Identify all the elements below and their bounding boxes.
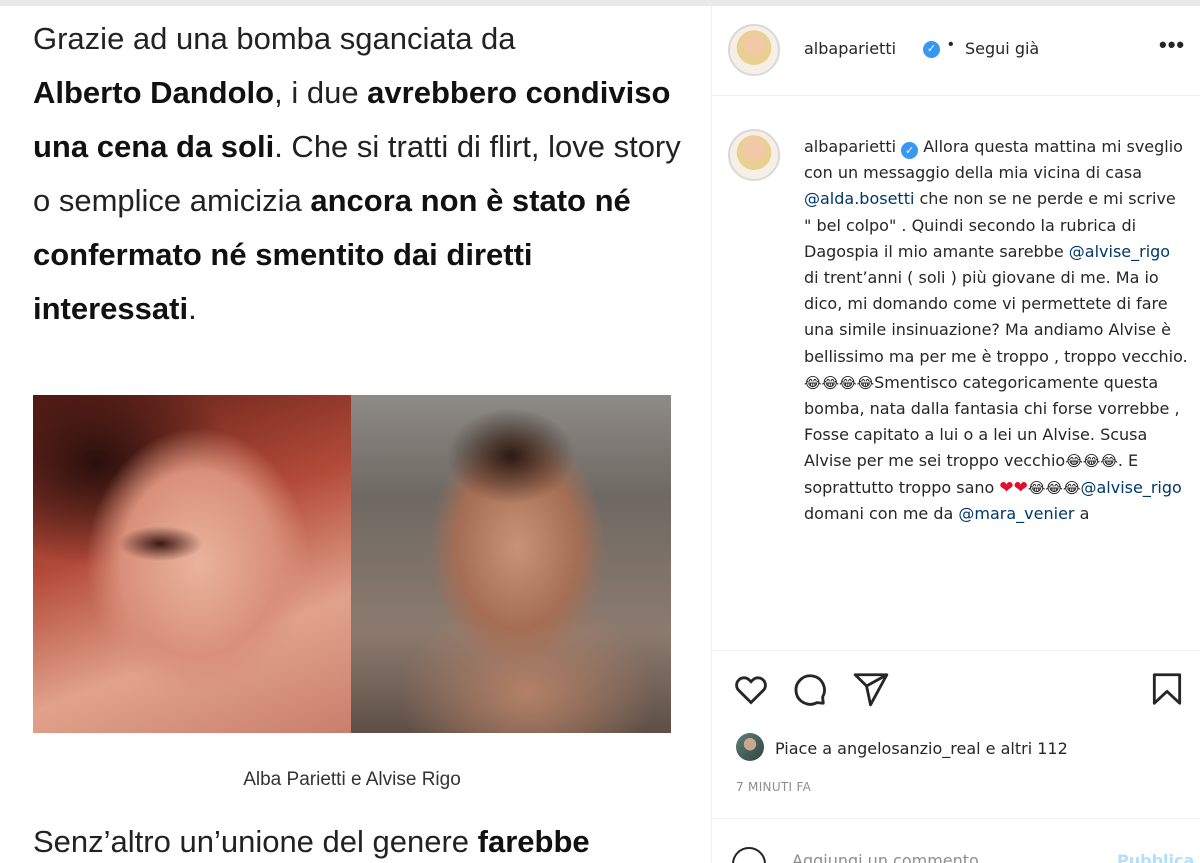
article-paragraph-1: Grazie ad una bomba sganciata da Alberto … (33, 21, 681, 326)
likes-text[interactable]: Piace a angelosanzio_real e altri 112 (775, 739, 1068, 758)
heart-icon[interactable] (732, 670, 770, 708)
photo-alba-parietti (33, 395, 351, 733)
liker-avatar[interactable] (736, 733, 764, 761)
laughing-emoji: 😂😂😂 (1027, 478, 1081, 497)
heart-emoji: ❤❤ (999, 477, 1028, 498)
post-timestamp[interactable]: 7 MINUTI FA (736, 780, 811, 794)
article-paragraph-2: Senz’altro un’unione del genere farebbe (33, 824, 590, 859)
separator-dot: • (948, 36, 954, 53)
comment-input[interactable] (792, 851, 1092, 863)
laughing-emoji: 😂😂😂😂 (804, 373, 875, 392)
post-header: albaparietti ✓ • Segui già ••• (712, 6, 1200, 96)
username[interactable]: albaparietti (804, 39, 896, 58)
divider (712, 650, 1200, 651)
caption-username[interactable]: albaparietti (804, 137, 896, 156)
caption-avatar[interactable] (728, 129, 780, 181)
photo-alvise-rigo (351, 395, 671, 733)
verified-badge-icon: ✓ (923, 41, 940, 58)
laughing-emoji: 😂😂😂 (1065, 452, 1118, 471)
comment-icon[interactable] (790, 670, 828, 708)
post-sidebar: albaparietti ✓ • Segui già ••• albaparie… (712, 6, 1200, 863)
mention-link[interactable]: @alda.bosetti (804, 189, 914, 208)
bookmark-icon[interactable] (1148, 670, 1186, 708)
mention-link[interactable]: @alvise_rigo (1069, 242, 1170, 261)
mention-link[interactable]: @mara_venier (958, 504, 1074, 523)
add-comment-bar: Pubblica (712, 819, 1200, 863)
mention-link[interactable]: @alvise_rigo (1081, 478, 1182, 497)
action-bar (712, 666, 1200, 714)
caption-text: albaparietti ✓ Allora questa mattina mi … (804, 137, 1188, 523)
following-button[interactable]: Segui già (965, 39, 1039, 58)
more-options-icon[interactable]: ••• (1159, 32, 1185, 58)
caption-verified-icon: ✓ (901, 142, 919, 159)
photo-caption: Alba Parietti e Alvise Rigo (243, 769, 461, 790)
publish-button[interactable]: Pubblica (1117, 851, 1194, 863)
post-image: Grazie ad una bomba sganciata da Alberto … (0, 6, 711, 863)
send-icon[interactable] (852, 670, 890, 708)
emoji-picker-icon[interactable] (732, 847, 766, 863)
avatar[interactable] (728, 24, 780, 76)
